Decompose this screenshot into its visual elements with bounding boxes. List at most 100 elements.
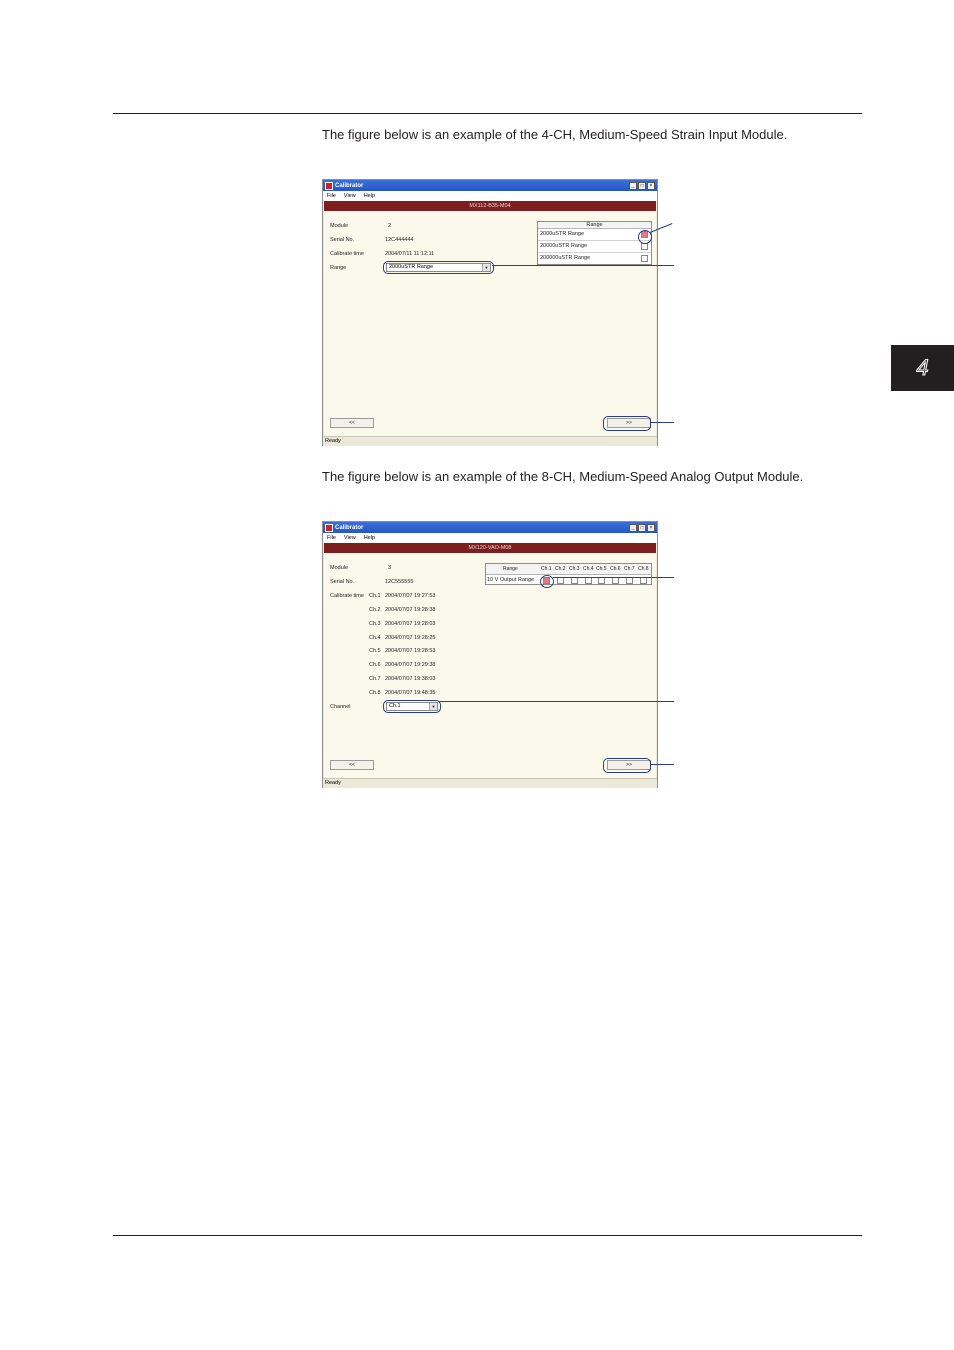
menu-help[interactable]: Help <box>364 535 375 541</box>
serial-value: 12C555555 <box>385 579 414 585</box>
output-checkbox[interactable] <box>640 577 647 584</box>
range-row: 200000uSTR Range <box>538 253 651 264</box>
output-checkbox[interactable] <box>612 577 619 584</box>
output-checkbox[interactable] <box>598 577 605 584</box>
range-row-label: 200000uSTR Range <box>540 255 591 261</box>
output-channel-header: Ch.8 <box>638 566 649 572</box>
output-range-table-header: Range Ch.1 Ch.2 Ch.3 Ch.4 Ch.5 Ch.6 Ch.7… <box>486 564 651 575</box>
next-button-highlight <box>603 416 651 431</box>
status-bar: Ready <box>323 778 657 788</box>
caltime-channel: Ch.1 <box>369 593 381 599</box>
caption-strain-module: The figure below is an example of the 4-… <box>322 127 788 142</box>
caltime-channel: Ch.7 <box>369 676 381 682</box>
module-model-banner: MX112-B35-M04 <box>324 201 656 211</box>
output-checkbox[interactable] <box>557 577 564 584</box>
range-checkbox[interactable] <box>641 255 648 262</box>
caltime-value: 2004/07/07 19:28:38 <box>385 607 436 613</box>
range-row-label: 2000uSTR Range <box>540 231 585 237</box>
channel-label: Channel <box>330 704 351 710</box>
menu-bar: File View Help <box>323 533 657 543</box>
caltime-value: 2004/07/07 19:48:35 <box>385 690 436 696</box>
client-area: Module 2 Serial No. 12C444444 Calibrate … <box>324 211 656 436</box>
caltime-channel: Ch.4 <box>369 635 381 641</box>
range-checkbox[interactable] <box>641 243 648 250</box>
menu-file[interactable]: File <box>327 193 336 199</box>
range-row: 20000uSTR Range <box>538 241 651 253</box>
window-title: Calibrator <box>335 182 364 189</box>
callout-line <box>553 577 674 578</box>
calibrator-window-strain: Calibrator _ □ × File View Help MX112-B3… <box>322 179 658 446</box>
caltime-channel: Ch.6 <box>369 662 381 668</box>
channel-dropdown-highlight <box>383 700 441 713</box>
caltime-value: 2004/07/07 19:28:53 <box>385 648 436 654</box>
menu-bar: File View Help <box>323 191 657 201</box>
module-value: 2 <box>388 223 392 229</box>
caltime-channel: Ch.8 <box>369 690 381 696</box>
callout-line <box>439 701 674 702</box>
minimize-icon[interactable]: _ <box>629 523 637 532</box>
footer-rule <box>113 1235 862 1236</box>
range-row: 2000uSTR Range <box>538 229 651 241</box>
status-bar: Ready <box>323 436 657 446</box>
module-model-banner: MX120-VAO-M08 <box>324 543 656 553</box>
output-range-row-label: 10 V Output Range <box>487 577 535 583</box>
calibrator-window-analog-output: Calibrator _ □ × File View Help MX120-VA… <box>322 521 658 788</box>
header-rule <box>113 113 862 114</box>
output-checkbox-highlight <box>540 575 554 588</box>
close-icon[interactable]: × <box>647 523 655 532</box>
title-bar: Calibrator _ □ × <box>323 522 657 533</box>
output-range-header: Range <box>503 566 518 572</box>
window-title: Calibrator <box>335 524 364 531</box>
caltime-channel: Ch.3 <box>369 621 381 627</box>
menu-view[interactable]: View <box>344 535 356 541</box>
range-dropdown-highlight <box>383 261 494 274</box>
menu-help[interactable]: Help <box>364 193 375 199</box>
output-channel-header: Ch.3 <box>569 566 580 572</box>
range-label: Range <box>330 265 347 271</box>
module-label: Module <box>330 565 349 571</box>
maximize-icon[interactable]: □ <box>638 181 646 190</box>
range-table-header: Range <box>538 222 651 229</box>
menu-view[interactable]: View <box>344 193 356 199</box>
output-channel-header: Ch.1 <box>541 566 552 572</box>
maximize-icon[interactable]: □ <box>638 523 646 532</box>
module-value: 3 <box>388 565 392 571</box>
output-channel-header: Ch.7 <box>624 566 635 572</box>
minimize-icon[interactable]: _ <box>629 181 637 190</box>
caltime-value: 2004/07/11 11:12:11 <box>385 251 435 257</box>
output-checkbox[interactable] <box>626 577 633 584</box>
module-label: Module <box>330 223 349 229</box>
chapter-tab: 4 <box>891 345 954 391</box>
caption-analog-output-module: The figure below is an example of the 8-… <box>322 469 804 484</box>
serial-value: 12C444444 <box>385 237 414 243</box>
output-checkbox[interactable] <box>585 577 592 584</box>
prev-button[interactable]: << <box>330 418 374 428</box>
output-channel-header: Ch.4 <box>583 566 594 572</box>
callout-line <box>650 764 674 765</box>
range-table: Range 2000uSTR Range 20000uSTR Range 200… <box>537 221 652 265</box>
caltime-channel: Ch.5 <box>369 648 381 654</box>
output-range-table: Range Ch.1 Ch.2 Ch.3 Ch.4 Ch.5 Ch.6 Ch.7… <box>485 563 652 585</box>
caltime-channel: Ch.2 <box>369 607 381 613</box>
caltime-label: Calibrate time <box>330 593 364 599</box>
output-channel-header: Ch.2 <box>555 566 566 572</box>
callout-line <box>650 422 674 423</box>
output-checkbox[interactable] <box>571 577 578 584</box>
caltime-value: 2004/07/07 19:28:25 <box>385 635 436 641</box>
callout-line <box>492 265 674 266</box>
range-row-label: 20000uSTR Range <box>540 243 588 249</box>
menu-file[interactable]: File <box>327 535 336 541</box>
caltime-value: 2004/07/07 19:28:03 <box>385 621 436 627</box>
serial-label: Serial No. <box>330 237 355 243</box>
app-icon <box>325 523 333 532</box>
caltime-value: 2004/07/07 19:29:38 <box>385 662 436 668</box>
prev-button[interactable]: << <box>330 760 374 770</box>
app-icon <box>325 181 333 190</box>
output-channel-header: Ch.6 <box>610 566 621 572</box>
caltime-label: Calibrate time <box>330 251 364 257</box>
output-channel-header: Ch.5 <box>596 566 607 572</box>
caltime-value: 2004/07/07 19:38:03 <box>385 676 436 682</box>
title-bar: Calibrator _ □ × <box>323 180 657 191</box>
close-icon[interactable]: × <box>647 181 655 190</box>
next-button-highlight <box>603 758 651 773</box>
